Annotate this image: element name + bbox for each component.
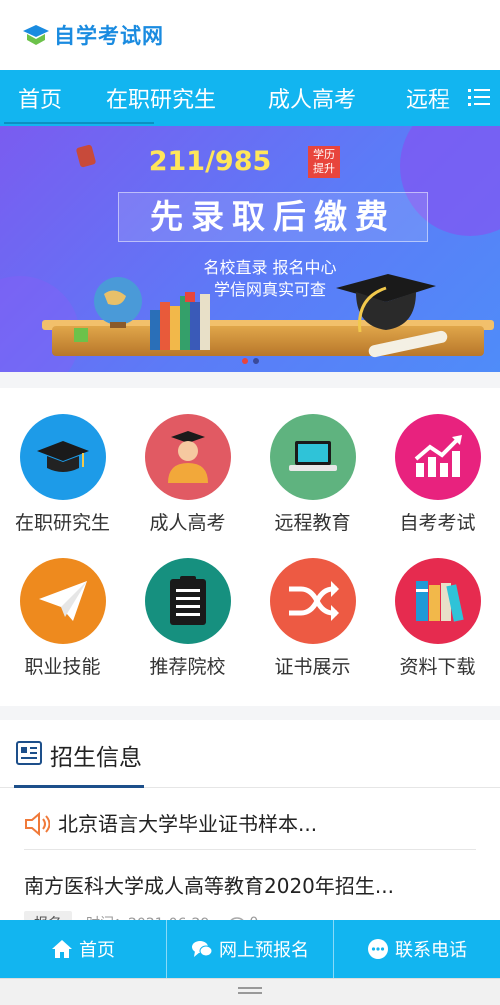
promo-banner[interactable]: 211/985 学历提升 先录取后缴费 名校直录 报名中心 学信网真实可查: [0, 126, 500, 372]
category-label: 资料下载: [399, 656, 476, 678]
notice-text[interactable]: 北京语言大学毕业证书样本...: [58, 808, 317, 837]
nav-item-home[interactable]: 首页: [3, 82, 155, 124]
paper-plane-icon: [19, 558, 106, 644]
section-title-underline: [14, 785, 144, 788]
logo-icon: [23, 25, 49, 45]
site-header: 自学考试网: [0, 0, 500, 70]
laptop-icon: [269, 414, 356, 500]
banner-illustration: [74, 274, 448, 358]
category-remote-edu[interactable]: 远程教育: [250, 414, 375, 564]
category-grid: 在职研究生 成人高考 远程教育 自考考试 职业技能 推荐院校 证书展示 资料下载: [0, 388, 500, 706]
category-label: 在职研究生: [14, 512, 110, 534]
nav-item-adult-exam[interactable]: 成人高考: [268, 82, 356, 114]
news-title[interactable]: 南方医科大学成人高等教育2020年招生...: [24, 870, 394, 899]
category-label: 证书展示: [274, 656, 351, 678]
home-icon: [52, 940, 72, 958]
category-schools[interactable]: 推荐院校: [125, 558, 250, 708]
bottom-action-bar: 首页 网上预报名 联系电话: [0, 920, 500, 978]
ellipsis-chat-icon: [368, 939, 388, 959]
shuffle-icon: [269, 558, 356, 644]
student-avatar-icon: [144, 414, 231, 500]
clipboard-icon: [144, 558, 231, 644]
handle-line: [238, 992, 262, 994]
carousel-dot[interactable]: [253, 358, 259, 364]
category-label: 成人高考: [149, 512, 226, 534]
handle-line: [238, 987, 262, 989]
bottom-tab-label: 首页: [79, 940, 115, 961]
section-header: 招生信息: [0, 720, 500, 788]
category-downloads[interactable]: 资料下载: [375, 558, 500, 708]
admissions-section: 招生信息 北京语言大学毕业证书样本... 南方医科大学成人高等教育2020年招生…: [0, 720, 500, 940]
notice-item[interactable]: 北京语言大学毕业证书样本...: [24, 802, 476, 850]
category-label: 远程教育: [274, 512, 351, 534]
graduation-cap-icon: [19, 414, 106, 500]
bottom-tab-contact[interactable]: 联系电话: [334, 920, 500, 978]
speaker-icon: [25, 812, 50, 836]
news-icon: [16, 741, 42, 765]
bottom-tab-preregister[interactable]: 网上预报名: [167, 920, 334, 978]
chat-icon: [192, 941, 213, 957]
section-title: 招生信息: [50, 745, 142, 771]
bottom-tab-home[interactable]: 首页: [0, 920, 167, 978]
drag-handle[interactable]: [0, 978, 500, 1005]
site-name[interactable]: 自学考试网: [54, 20, 164, 50]
category-label: 自考考试: [399, 512, 476, 534]
trend-chart-icon: [394, 414, 481, 500]
category-label: 推荐院校: [149, 656, 226, 678]
menu-icon[interactable]: [468, 87, 490, 107]
category-self-study[interactable]: 自考考试: [375, 414, 500, 564]
carousel-dot-active[interactable]: [242, 358, 248, 364]
category-postgrad[interactable]: 在职研究生: [0, 414, 125, 564]
category-label: 职业技能: [24, 656, 101, 678]
nav-item-postgrad[interactable]: 在职研究生: [106, 82, 216, 114]
bottom-tab-label: 网上预报名: [219, 940, 309, 961]
category-adult-exam[interactable]: 成人高考: [125, 414, 250, 564]
category-vocational[interactable]: 职业技能: [0, 558, 125, 708]
bottom-tab-label: 联系电话: [395, 940, 467, 961]
channel-nav: 首页 在职研究生 成人高考 远程: [0, 70, 500, 126]
category-certificates[interactable]: 证书展示: [250, 558, 375, 708]
books-icon: [394, 558, 481, 644]
